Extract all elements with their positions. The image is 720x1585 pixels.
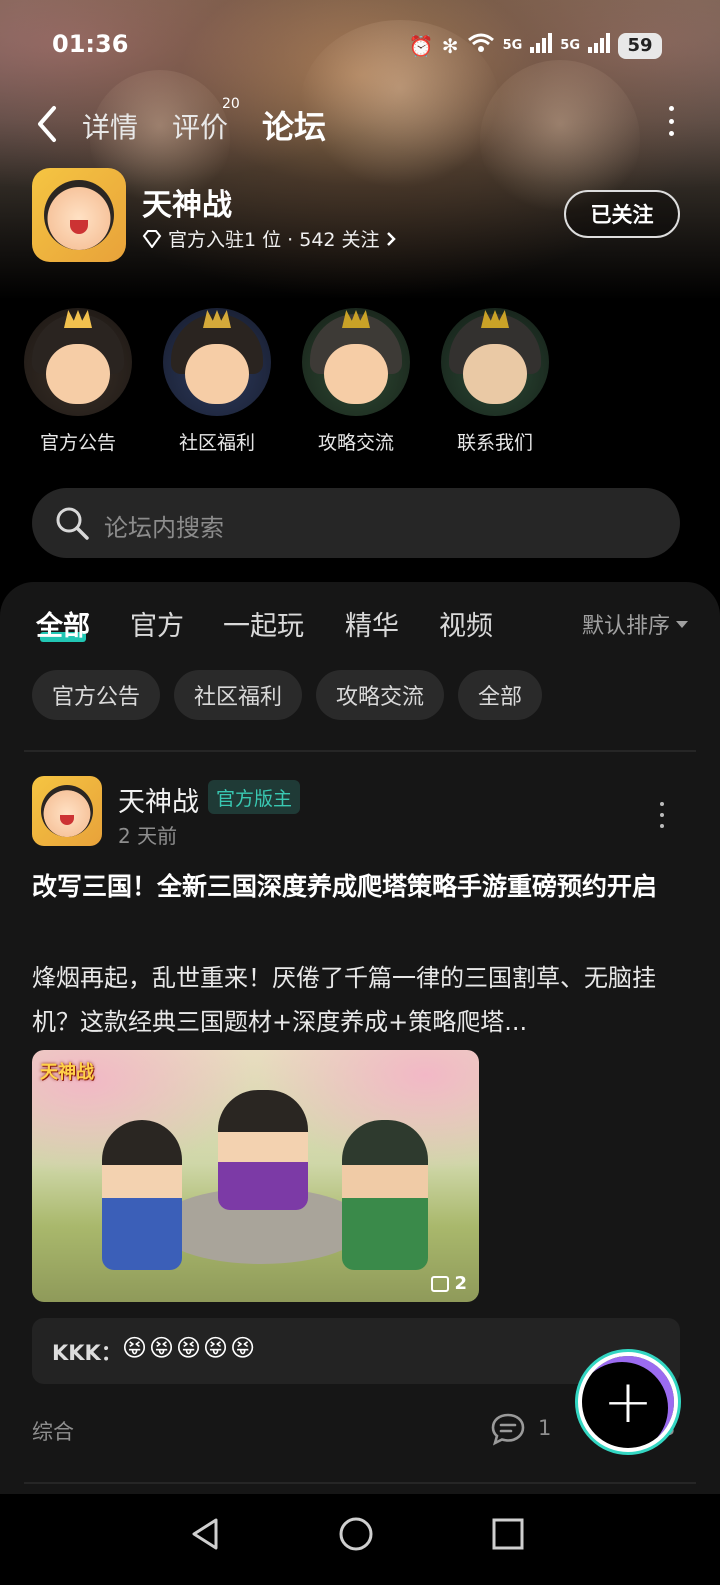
back-button[interactable] <box>34 104 64 144</box>
network-type-1: 5G <box>502 38 523 53</box>
status-icons: ⏰ ✻ 5G 5G 59 <box>409 32 662 59</box>
divider <box>24 750 696 752</box>
chip-community-benefits[interactable]: 社区福利 <box>174 670 303 720</box>
image-count: 2 <box>454 1273 467 1294</box>
caret-down-icon <box>676 620 688 628</box>
comment-author: KKK： <box>52 1341 122 1365</box>
diamond-icon <box>142 229 162 248</box>
alarm-icon: ⏰ <box>408 33 434 58</box>
plus-icon: + <box>602 1367 654 1437</box>
image-count-badge: 2 <box>431 1273 467 1294</box>
game-name: 天神战 <box>142 188 232 223</box>
post-category: 综合 <box>32 1420 74 1444</box>
chip-official-announcement[interactable]: 官方公告 <box>32 670 161 720</box>
filter-tab-featured[interactable]: 精华 <box>345 604 399 643</box>
comment-text: 😝😝😝😝😝 <box>122 1334 258 1362</box>
signal-icon <box>588 33 610 58</box>
post-body[interactable]: 烽烟再起，乱世重来！厌倦了千篇一律的三国割草、无脑挂机？这款经典三国题材+深度养… <box>32 956 688 1044</box>
more-options-button[interactable] <box>666 106 676 136</box>
post-title[interactable]: 改写三国！全新三国深度养成爬塔策略手游重磅预约开启 <box>32 864 688 909</box>
chevron-right-icon <box>386 231 396 246</box>
image-character <box>342 1120 428 1270</box>
chip-strategy-exchange[interactable]: 攻略交流 <box>316 670 445 720</box>
game-meta-text: 官方入驻1 位 · 542 关注 <box>168 229 380 251</box>
nav-home-icon[interactable] <box>336 1514 376 1554</box>
status-bar: 01:36 ⏰ ✻ 5G 5G 59 <box>0 26 720 66</box>
network-type-2: 5G <box>560 38 580 53</box>
top-navigation: 详情 评价 20 论坛 <box>0 96 720 156</box>
section-official-announcement[interactable]: 官方公告 <box>24 308 132 455</box>
section-contact-us[interactable]: 联系我们 <box>441 308 549 455</box>
tab-reviews[interactable]: 评价 <box>172 106 228 146</box>
post-author-name[interactable]: 天神战 <box>118 780 199 819</box>
post-more-button[interactable] <box>658 802 666 828</box>
section-label: 联系我们 <box>456 432 533 454</box>
reviews-count-badge: 20 <box>222 96 240 112</box>
wifi-icon <box>467 32 495 59</box>
section-label: 官方公告 <box>39 432 116 454</box>
chevron-left-icon <box>38 106 56 142</box>
follow-button[interactable]: 已关注 <box>564 190 680 238</box>
fan-icon: ✻ <box>441 33 459 58</box>
image-character <box>102 1120 182 1270</box>
chip-all[interactable]: 全部 <box>458 670 543 720</box>
post-image[interactable]: 天神战 2 <box>32 1050 479 1302</box>
create-post-button[interactable]: + <box>578 1352 678 1452</box>
nav-recents-icon[interactable] <box>488 1514 528 1554</box>
section-avatar <box>302 308 410 416</box>
section-avatar <box>441 308 549 416</box>
comment-icon[interactable] <box>490 1412 526 1446</box>
comment-preview[interactable]: KKK： 😝😝😝😝😝 <box>32 1318 680 1384</box>
filter-tabs: 全部 官方 一起玩 精华 视频 默认排序 <box>0 602 720 658</box>
filter-tab-video[interactable]: 视频 <box>439 604 493 643</box>
system-navigation-bar <box>0 1494 720 1585</box>
forum-search-input[interactable]: 论坛内搜索 <box>32 488 680 558</box>
divider <box>24 1482 696 1484</box>
section-label: 攻略交流 <box>317 432 394 454</box>
sort-label: 默认排序 <box>581 614 670 639</box>
section-strategy-exchange[interactable]: 攻略交流 <box>302 308 410 455</box>
section-avatar <box>24 308 132 416</box>
search-placeholder: 论坛内搜索 <box>104 514 224 542</box>
image-character <box>218 1090 308 1210</box>
filter-tab-all[interactable]: 全部 <box>36 604 90 643</box>
game-meta[interactable]: 官方入驻1 位 · 542 关注 <box>142 225 396 252</box>
section-label: 社区福利 <box>178 432 255 454</box>
moderator-badge: 官方版主 <box>208 780 301 814</box>
search-icon <box>56 507 89 540</box>
section-avatar <box>163 308 271 416</box>
tab-forum[interactable]: 论坛 <box>262 102 326 148</box>
signal-icon <box>530 33 553 58</box>
status-time: 01:36 <box>52 30 129 58</box>
filter-tab-official[interactable]: 官方 <box>130 604 184 643</box>
comment-count: 1 <box>538 1416 552 1440</box>
tab-details[interactable]: 详情 <box>82 106 138 146</box>
post-author-avatar[interactable] <box>32 776 102 846</box>
post-time: 2 天前 <box>118 824 178 848</box>
battery-icon: 59 <box>618 32 662 59</box>
game-logo[interactable] <box>32 168 126 262</box>
image-game-logo: 天神战 <box>40 1062 94 1083</box>
category-chips: 官方公告 社区福利 攻略交流 全部 <box>32 670 543 720</box>
image-icon <box>431 1275 450 1292</box>
filter-tab-play-together[interactable]: 一起玩 <box>223 604 304 643</box>
sort-dropdown[interactable]: 默认排序 <box>582 608 688 640</box>
section-community-benefits[interactable]: 社区福利 <box>163 308 271 455</box>
nav-back-icon[interactable] <box>186 1514 226 1554</box>
